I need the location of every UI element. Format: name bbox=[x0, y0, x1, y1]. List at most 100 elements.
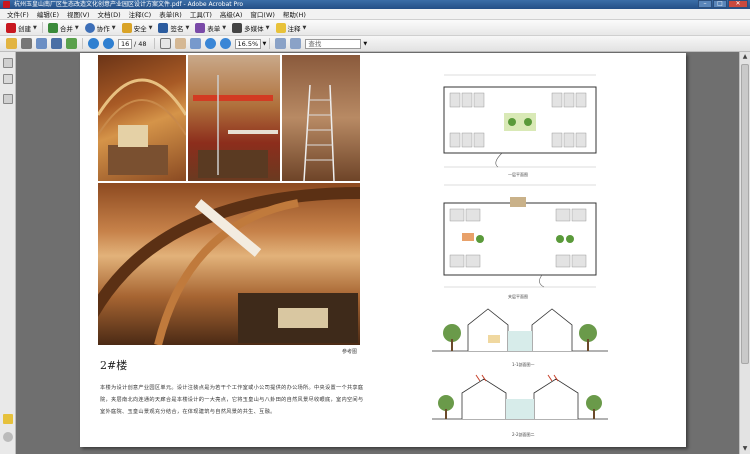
reference-photo-1 bbox=[98, 55, 186, 181]
vertical-scrollbar[interactable]: ▲ ▼ bbox=[739, 52, 750, 454]
ladder-sketch bbox=[303, 84, 335, 181]
comment-button[interactable]: 注释 ▼ bbox=[273, 21, 310, 34]
task-toolbar: 创建 ▼ 合并 ▼ 协作 ▼ 安全 ▼ 签名 ▼ 表单 ▼ 多媒体 ▼ 注释 ▼ bbox=[0, 20, 750, 36]
window-title: 杭州玉皇山南厂区生态改造文化创意产业园区设计方案文件.pdf - Adobe A… bbox=[14, 1, 244, 8]
menu-advanced[interactable]: 高级(A) bbox=[216, 9, 247, 19]
chevron-down-icon: ▼ bbox=[222, 24, 227, 31]
menu-forms[interactable]: 表单(R) bbox=[155, 9, 186, 19]
fit-width-icon[interactable] bbox=[290, 38, 302, 49]
pages-icon[interactable] bbox=[3, 58, 13, 68]
section-2-drawing bbox=[432, 374, 608, 420]
chevron-down-icon: ▼ bbox=[265, 24, 270, 31]
toolbar-divider bbox=[153, 38, 155, 49]
collaborate-icon bbox=[84, 22, 95, 33]
scroll-thumb[interactable] bbox=[741, 64, 749, 364]
scroll-down-icon[interactable]: ▼ bbox=[740, 444, 750, 454]
section-1-drawing bbox=[432, 308, 608, 352]
close-button[interactable]: ✕ bbox=[728, 0, 748, 8]
sign-button[interactable]: 签名 ▼ bbox=[155, 21, 192, 34]
chevron-down-icon: ▼ bbox=[148, 24, 153, 31]
zoom-level-input[interactable]: 16.5% bbox=[234, 38, 261, 49]
combine-icon bbox=[47, 22, 58, 33]
hand-tool-icon[interactable] bbox=[174, 38, 186, 49]
menu-window[interactable]: 窗口(W) bbox=[246, 9, 279, 19]
fit-page-icon[interactable] bbox=[275, 38, 287, 49]
toolbar-divider bbox=[41, 22, 43, 33]
comments-panel-icon[interactable] bbox=[3, 414, 13, 424]
toolbar-divider bbox=[269, 38, 271, 49]
chevron-down-icon: ▼ bbox=[33, 24, 37, 31]
pen-icon bbox=[158, 22, 169, 33]
chevron-down-icon[interactable]: ▼ bbox=[363, 41, 367, 47]
menu-tools[interactable]: 工具(T) bbox=[186, 9, 216, 19]
section-body-text: 本楼为设计创意产业园区单元。设计注装点是为若干个工作室或小公司提供的办公场所。中… bbox=[100, 385, 364, 415]
mezzanine-plan-drawing bbox=[443, 184, 597, 288]
acrobat-app-icon bbox=[3, 1, 10, 8]
collaborate-button[interactable]: 协作 ▼ bbox=[82, 21, 119, 34]
menu-bar: 文件(F) 编辑(E) 视图(V) 文档(D) 注释(C) 表单(R) 工具(T… bbox=[0, 9, 750, 20]
section-1 bbox=[432, 301, 608, 359]
toolbar-divider bbox=[82, 38, 83, 49]
zoom-out-icon[interactable] bbox=[204, 38, 216, 49]
menu-document[interactable]: 文档(D) bbox=[94, 9, 125, 19]
menu-edit[interactable]: 编辑(E) bbox=[33, 9, 63, 19]
section-heading: 2#楼 bbox=[100, 359, 128, 372]
forms-icon bbox=[195, 22, 206, 33]
multimedia-button[interactable]: 多媒体 ▼ bbox=[229, 21, 272, 34]
find-input[interactable]: 查找 bbox=[305, 38, 362, 49]
lock-icon bbox=[121, 22, 132, 33]
mezzanine-plan bbox=[432, 183, 608, 291]
page-number-input[interactable]: 16 bbox=[118, 38, 132, 49]
forms-button[interactable]: 表单 ▼ bbox=[192, 21, 229, 34]
chevron-down-icon: ▼ bbox=[74, 24, 79, 31]
floor-plan-drawing bbox=[443, 74, 597, 168]
maximize-button[interactable]: □ bbox=[713, 0, 727, 8]
page-toolbar: 16 / 48 16.5% ▼ 查找 ▼ bbox=[0, 36, 750, 52]
reference-photo-4 bbox=[98, 183, 360, 345]
film-icon bbox=[232, 22, 243, 33]
attachments-icon[interactable] bbox=[3, 432, 13, 442]
print-icon[interactable] bbox=[21, 38, 32, 49]
plan-caption-4: 2-2剖面图二 bbox=[512, 432, 535, 437]
pdf-page: 参考图 2#楼 本楼为设计创意产业园区单元。设计注装点是为若干个工作室或小公司提… bbox=[80, 53, 686, 447]
minimize-button[interactable]: – bbox=[698, 0, 712, 8]
acrobat-window: 杭州玉皇山南厂区生态改造文化创意产业园区设计方案文件.pdf - Adobe A… bbox=[0, 0, 750, 454]
plan-caption-3: 1-1剖面图一 bbox=[512, 362, 535, 367]
signatures-icon[interactable] bbox=[3, 94, 13, 104]
next-page-icon[interactable] bbox=[103, 38, 114, 49]
chevron-down-icon[interactable]: ▼ bbox=[263, 41, 267, 47]
window-controls: – □ ✕ bbox=[698, 0, 748, 9]
create-pdf-icon bbox=[6, 22, 16, 33]
title-bar: 杭州玉皇山南厂区生态改造文化创意产业园区设计方案文件.pdf - Adobe A… bbox=[0, 0, 750, 9]
menu-help[interactable]: 帮助(H) bbox=[279, 9, 310, 19]
combine-button[interactable]: 合并 ▼ bbox=[45, 21, 82, 34]
email-icon[interactable] bbox=[36, 38, 47, 49]
menu-file[interactable]: 文件(F) bbox=[3, 9, 33, 19]
select-tool-icon[interactable] bbox=[159, 38, 171, 49]
navigation-panel bbox=[0, 52, 16, 454]
zoom-in-icon[interactable] bbox=[219, 38, 231, 49]
timber-arch-sketch bbox=[98, 187, 360, 345]
bookmarks-icon[interactable] bbox=[3, 74, 13, 84]
save-icon[interactable] bbox=[51, 38, 62, 49]
create-button[interactable]: 创建 ▼ bbox=[3, 21, 40, 34]
menu-view[interactable]: 视图(V) bbox=[63, 9, 94, 19]
chevron-down-icon: ▼ bbox=[302, 24, 307, 31]
scroll-up-icon[interactable]: ▲ bbox=[740, 52, 750, 62]
reference-photo-3 bbox=[282, 55, 360, 181]
ground-floor-plan bbox=[432, 73, 608, 169]
chevron-down-icon: ▼ bbox=[185, 24, 190, 31]
section-2 bbox=[432, 373, 608, 429]
reference-photo-2 bbox=[188, 55, 280, 181]
marquee-zoom-icon[interactable] bbox=[189, 38, 201, 49]
plan-caption-1: 一层平面图 bbox=[508, 172, 528, 177]
chevron-down-icon: ▼ bbox=[111, 24, 116, 31]
page-total-label: / 48 bbox=[134, 39, 147, 48]
plan-caption-2: 夹层平面图 bbox=[508, 294, 528, 299]
previous-page-icon[interactable] bbox=[88, 38, 99, 49]
export-icon[interactable] bbox=[66, 38, 77, 49]
stair-sketch bbox=[193, 75, 278, 178]
open-folder-icon[interactable] bbox=[6, 38, 17, 49]
secure-button[interactable]: 安全 ▼ bbox=[119, 21, 156, 34]
menu-comments[interactable]: 注释(C) bbox=[125, 9, 156, 19]
